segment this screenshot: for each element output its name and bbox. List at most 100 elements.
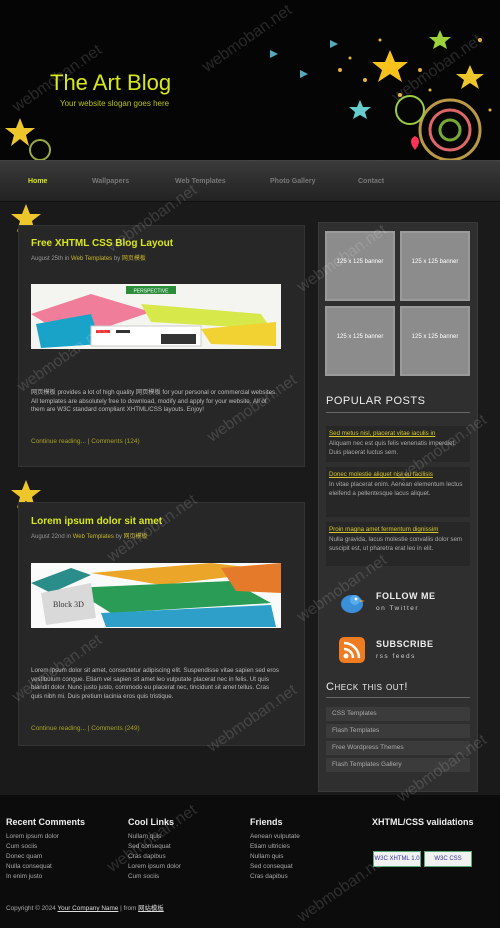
rss-icon <box>339 637 365 663</box>
footer-link[interactable]: In enim justo <box>6 872 85 882</box>
post-category-link[interactable]: Web Templates <box>71 256 112 262</box>
twitter-bird-icon <box>341 595 365 613</box>
star-decoration <box>5 118 51 160</box>
recent-comments: Recent Comments Lorem ipsum dolor Cum so… <box>6 817 85 882</box>
post-title[interactable]: Free XHTML CSS Blog Layout <box>31 238 173 249</box>
footer-link[interactable]: Aenean vulputate <box>250 832 300 842</box>
company-link[interactable]: Your Company Name <box>58 905 119 912</box>
check-link-flash-templates[interactable]: Flash Templates <box>326 724 470 738</box>
post-title[interactable]: Lorem ipsum dolor sit amet <box>31 516 162 527</box>
popular-post-text: In vitae placerat enim. Aenean elementum… <box>329 481 463 497</box>
post-author-link[interactable]: 网页模板 <box>122 256 146 262</box>
separator: | <box>87 725 90 732</box>
post-image-label: PERSPECTIVE <box>133 289 169 295</box>
post-thumbnail[interactable]: PERSPECTIVE <box>31 284 281 349</box>
footer-link[interactable]: Cum sociis <box>6 842 85 852</box>
post-meta: August 25th in Web Templates by 网页模板 <box>31 253 146 262</box>
subscribe-sublabel: rss feeds <box>376 653 416 660</box>
comments-link[interactable]: Comments (249) <box>91 725 139 732</box>
footer-link[interactable]: Nullam quis <box>250 852 300 862</box>
post-image-label: Block 3D <box>53 600 84 609</box>
ad-banner[interactable]: 125 x 125 banner <box>400 306 470 376</box>
post-excerpt: Lorem ipsum dolor sit amet, consectetur … <box>31 667 279 700</box>
footer-link[interactable]: Nullam quis <box>128 832 181 842</box>
divider <box>326 412 470 413</box>
friends-heading: Friends <box>250 817 283 827</box>
footer-link[interactable]: Nulla consequat <box>6 862 85 872</box>
subscribe-label: SUBSCRIBE <box>376 639 434 649</box>
ad-banner[interactable]: 125 x 125 banner <box>400 231 470 301</box>
footer-link[interactable]: Sed consequat <box>250 862 300 872</box>
post-author-link[interactable]: 网页模板 <box>124 534 148 540</box>
separator: | <box>87 438 90 445</box>
from-site-link[interactable]: 网站模板 <box>138 905 164 912</box>
footer-link[interactable]: Cum sociis <box>128 872 181 882</box>
subscribe-rss[interactable]: SUBSCRIBE rss feeds <box>339 635 469 669</box>
popular-post-item: Proin magna amet fermentum dignissim Nul… <box>326 522 470 566</box>
block3d-artwork: Block 3D <box>31 563 281 628</box>
copyright: Copyright © 2024 Your Company Name | fro… <box>6 903 164 912</box>
site-slogan: Your website slogan goes here <box>60 99 170 108</box>
divider <box>326 697 470 698</box>
follow-twitter[interactable]: FOLLOW ME on Twitter <box>339 587 469 621</box>
popular-posts-heading: POPULAR POSTS <box>326 395 426 407</box>
css-badge[interactable]: W3C CSS <box>424 851 472 867</box>
post-meta: August 22nd in Web Templates by 网页模板 <box>31 531 148 540</box>
footer-link[interactable]: Lorem ipsum dolor <box>6 832 85 842</box>
site-title[interactable]: The Art Blog <box>50 70 171 96</box>
ad-banner[interactable]: 125 x 125 banner <box>325 231 395 301</box>
xhtml-badge[interactable]: W3C XHTML 1.0 <box>373 851 421 867</box>
post-date: August 22nd in <box>31 534 72 540</box>
post-by: by <box>113 256 121 262</box>
nav-photo-gallery[interactable]: Photo Gallery <box>270 178 316 185</box>
footer-link[interactable]: Cras dapibus <box>250 872 300 882</box>
popular-post-text: Aliquam nec est quis felis venenatis imp… <box>329 440 456 456</box>
continue-reading-link[interactable]: Continue reading... <box>31 438 86 445</box>
footer-link[interactable]: Cras dapibus <box>128 852 181 862</box>
validation-badges: W3C XHTML 1.0 W3C CSS <box>373 847 475 867</box>
popular-post-link[interactable]: Proin magna amet fermentum dignissim <box>329 526 467 534</box>
post-links: Continue reading... | Comments (124) <box>31 438 140 445</box>
comments-link[interactable]: Comments (124) <box>91 438 139 445</box>
check-link-css-templates[interactable]: CSS Templates <box>326 707 470 721</box>
check-link-wordpress-themes[interactable]: Free Wordpress Themes <box>326 741 470 755</box>
popular-post-link[interactable]: Donec molestie aliquet nisi eu facilisis <box>329 471 467 479</box>
follow-sublabel: on Twitter <box>376 605 420 612</box>
recent-comments-heading: Recent Comments <box>6 817 86 827</box>
art-splash-decoration <box>270 30 492 160</box>
check-link-flash-gallery[interactable]: Flash Templates Gallery <box>326 758 470 772</box>
follow-label: FOLLOW ME <box>376 591 436 601</box>
blog-post: Lorem ipsum dolor sit amet August 22nd i… <box>18 502 305 746</box>
check-this-out-heading: Check this out! <box>326 681 408 693</box>
nav-wallpapers[interactable]: Wallpapers <box>92 178 129 185</box>
continue-reading-link[interactable]: Continue reading... <box>31 725 86 732</box>
footer-link[interactable]: Etiam ultricies <box>250 842 300 852</box>
popular-post-link[interactable]: Sed metus nisl, placerat vitae iaculis i… <box>329 430 467 438</box>
popular-post-item: Donec molestie aliquet nisi eu facilisis… <box>326 467 470 517</box>
from-text: | from <box>120 905 137 912</box>
copyright-text: Copyright © 2024 <box>6 905 56 912</box>
blog-post: Free XHTML CSS Blog Layout August 25th i… <box>18 225 305 467</box>
validations-heading: XHTML/CSS validations <box>372 817 474 827</box>
cool-links: Cool Links Nullam quis Sed consequat Cra… <box>128 817 181 882</box>
ad-banner[interactable]: 125 x 125 banner <box>325 306 395 376</box>
footer-link[interactable]: Sed consequat <box>128 842 181 852</box>
post-date: August 25th in <box>31 256 70 262</box>
popular-post-item: Sed metus nisl, placerat vitae iaculis i… <box>326 426 470 462</box>
popular-post-text: Nulla gravida, lacus molestie convallis … <box>329 536 463 552</box>
post-by: by <box>115 534 122 540</box>
site-header: The Art Blog Your website slogan goes he… <box>0 0 500 160</box>
nav-web-templates[interactable]: Web Templates <box>175 178 226 185</box>
post-links: Continue reading... | Comments (249) <box>31 725 140 732</box>
nav-home[interactable]: Home <box>28 178 47 185</box>
post-thumbnail[interactable]: Block 3D <box>31 563 281 628</box>
main-navigation: Home Wallpapers Web Templates Photo Gall… <box>0 160 500 202</box>
post-excerpt: 网页模板 provides a lot of high quality 网页模板… <box>31 389 277 413</box>
footer-link[interactable]: Lorem ipsum dolor <box>128 862 181 872</box>
post-category-link[interactable]: Web Templates <box>73 534 114 540</box>
footer-link[interactable]: Donec quam <box>6 852 85 862</box>
perspective-artwork: PERSPECTIVE <box>31 284 281 349</box>
nav-contact[interactable]: Contact <box>358 178 384 185</box>
site-footer: Recent Comments Lorem ipsum dolor Cum so… <box>0 795 500 928</box>
cool-links-heading: Cool Links <box>128 817 175 827</box>
